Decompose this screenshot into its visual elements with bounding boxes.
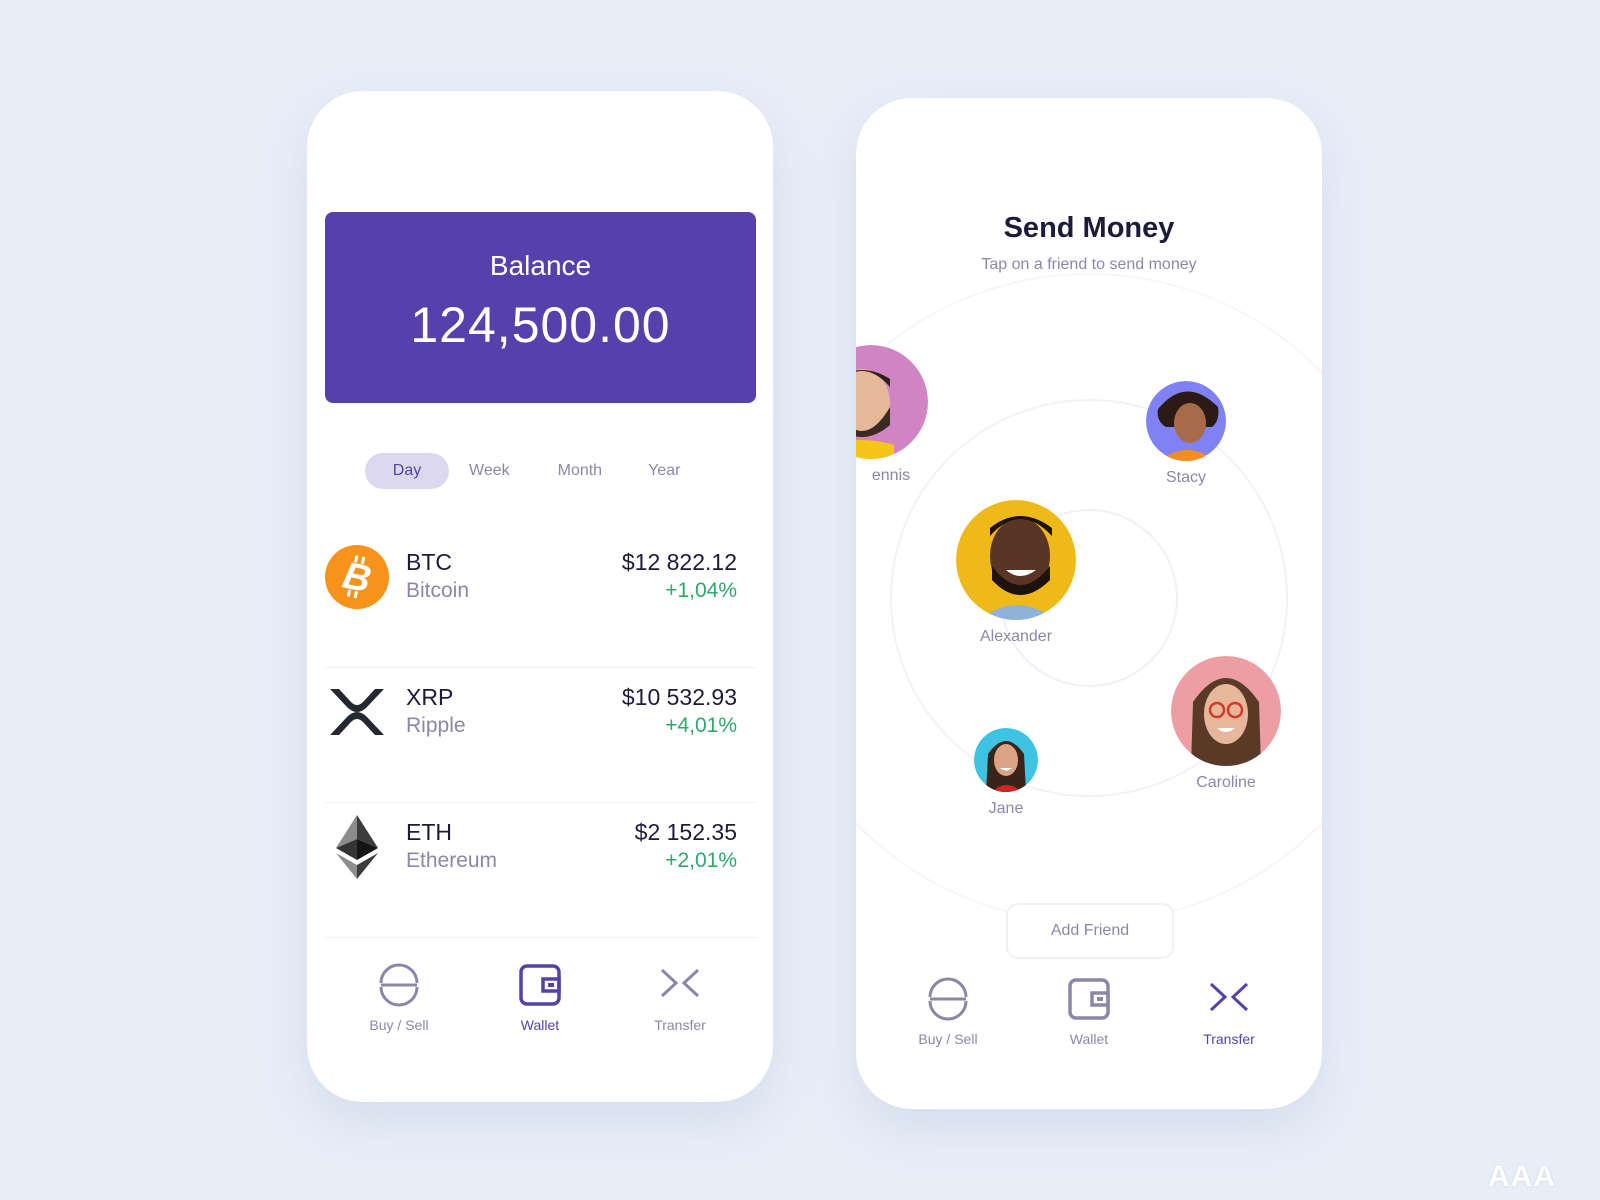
balance-value: 124,500.00	[410, 297, 671, 353]
balance-label: Balance	[489, 250, 592, 281]
nav-buy-sell[interactable]: Buy / Sell	[339, 963, 459, 1033]
avatar	[974, 728, 1038, 792]
coin-row-btc[interactable]: B BTC Bitcoin $12 822.12 +1,04%	[325, 533, 756, 668]
friend-name: Alexander	[979, 628, 1053, 645]
bottom-nav: Buy / Sell Wallet Transfer	[307, 963, 773, 1053]
avatar	[856, 345, 928, 459]
buy-sell-icon	[379, 963, 419, 1007]
nav-label: Transfer	[654, 1017, 706, 1033]
tab-day[interactable]: Day	[365, 453, 449, 489]
coin-name: Ripple	[406, 714, 466, 737]
avatar	[1171, 656, 1281, 766]
friend-dennis[interactable]: ennis	[856, 345, 936, 485]
watermark: AAA	[1488, 1160, 1556, 1193]
nav-wallet[interactable]: Wallet	[1029, 977, 1149, 1047]
coin-price: $2 152.35	[634, 819, 737, 845]
tab-year[interactable]: Year	[648, 453, 680, 489]
nav-transfer[interactable]: Transfer	[620, 963, 740, 1033]
transfer-icon	[660, 968, 700, 998]
coin-price: $10 532.93	[621, 684, 737, 710]
coin-row-eth[interactable]: ETH Ethereum $2 152.35 +2,01%	[325, 803, 756, 938]
page-title: Send Money	[1003, 212, 1175, 244]
coin-symbol: BTC	[406, 549, 452, 575]
transfer-icon	[1209, 982, 1249, 1012]
avatar	[956, 500, 1076, 620]
send-money-screen: Send Money Tap on a friend to send money…	[856, 98, 1322, 1109]
friend-name: Stacy	[1165, 469, 1206, 486]
coin-row-xrp[interactable]: XRP Ripple $10 532.93 +4,01%	[325, 668, 756, 803]
balance-card: Balance 124,500.00	[325, 212, 756, 403]
coin-change: +1,04%	[665, 579, 737, 602]
wallet-icon	[1068, 978, 1110, 1020]
nav-label: Transfer	[1203, 1031, 1255, 1047]
nav-label: Wallet	[1069, 1031, 1109, 1047]
nav-label: Buy / Sell	[369, 1017, 429, 1033]
friend-caroline[interactable]: Caroline	[1161, 656, 1291, 792]
friend-name: ennis	[871, 467, 911, 484]
tab-month[interactable]: Month	[558, 453, 602, 489]
friend-stacy[interactable]: Stacy	[1131, 381, 1241, 487]
nav-label: Buy / Sell	[918, 1031, 978, 1047]
ripple-icon	[325, 680, 389, 744]
coin-change: +2,01%	[665, 849, 737, 872]
wallet-icon	[519, 964, 561, 1006]
nav-wallet[interactable]: Wallet	[480, 963, 600, 1033]
coin-symbol: XRP	[406, 684, 454, 710]
tab-week[interactable]: Week	[469, 453, 510, 489]
friend-name: Caroline	[1196, 774, 1256, 791]
friend-alexander[interactable]: Alexander	[946, 500, 1086, 646]
coin-change: +4,01%	[665, 714, 737, 737]
nav-label: Wallet	[520, 1017, 560, 1033]
nav-transfer[interactable]: Transfer	[1169, 977, 1289, 1047]
buy-sell-icon	[928, 977, 968, 1021]
wallet-screen: Balance 124,500.00 Day Week Month Year B…	[307, 91, 773, 1102]
coin-symbol: ETH	[406, 819, 452, 845]
period-tabs: Day Week Month Year	[365, 453, 680, 489]
coin-price: $12 822.12	[621, 549, 737, 575]
friend-name: Jane	[988, 800, 1024, 817]
nav-buy-sell[interactable]: Buy / Sell	[888, 977, 1008, 1047]
bitcoin-icon: B	[325, 545, 389, 609]
friend-jane[interactable]: Jane	[956, 728, 1056, 818]
bottom-nav: Buy / Sell Wallet Transfer	[856, 977, 1322, 1067]
coin-name: Bitcoin	[406, 579, 470, 602]
page-subtitle: Tap on a friend to send money	[981, 256, 1197, 273]
avatar	[1146, 381, 1226, 461]
ethereum-icon	[325, 815, 389, 879]
coin-name: Ethereum	[406, 849, 498, 872]
add-friend-button[interactable]: Add Friend	[1006, 903, 1174, 959]
